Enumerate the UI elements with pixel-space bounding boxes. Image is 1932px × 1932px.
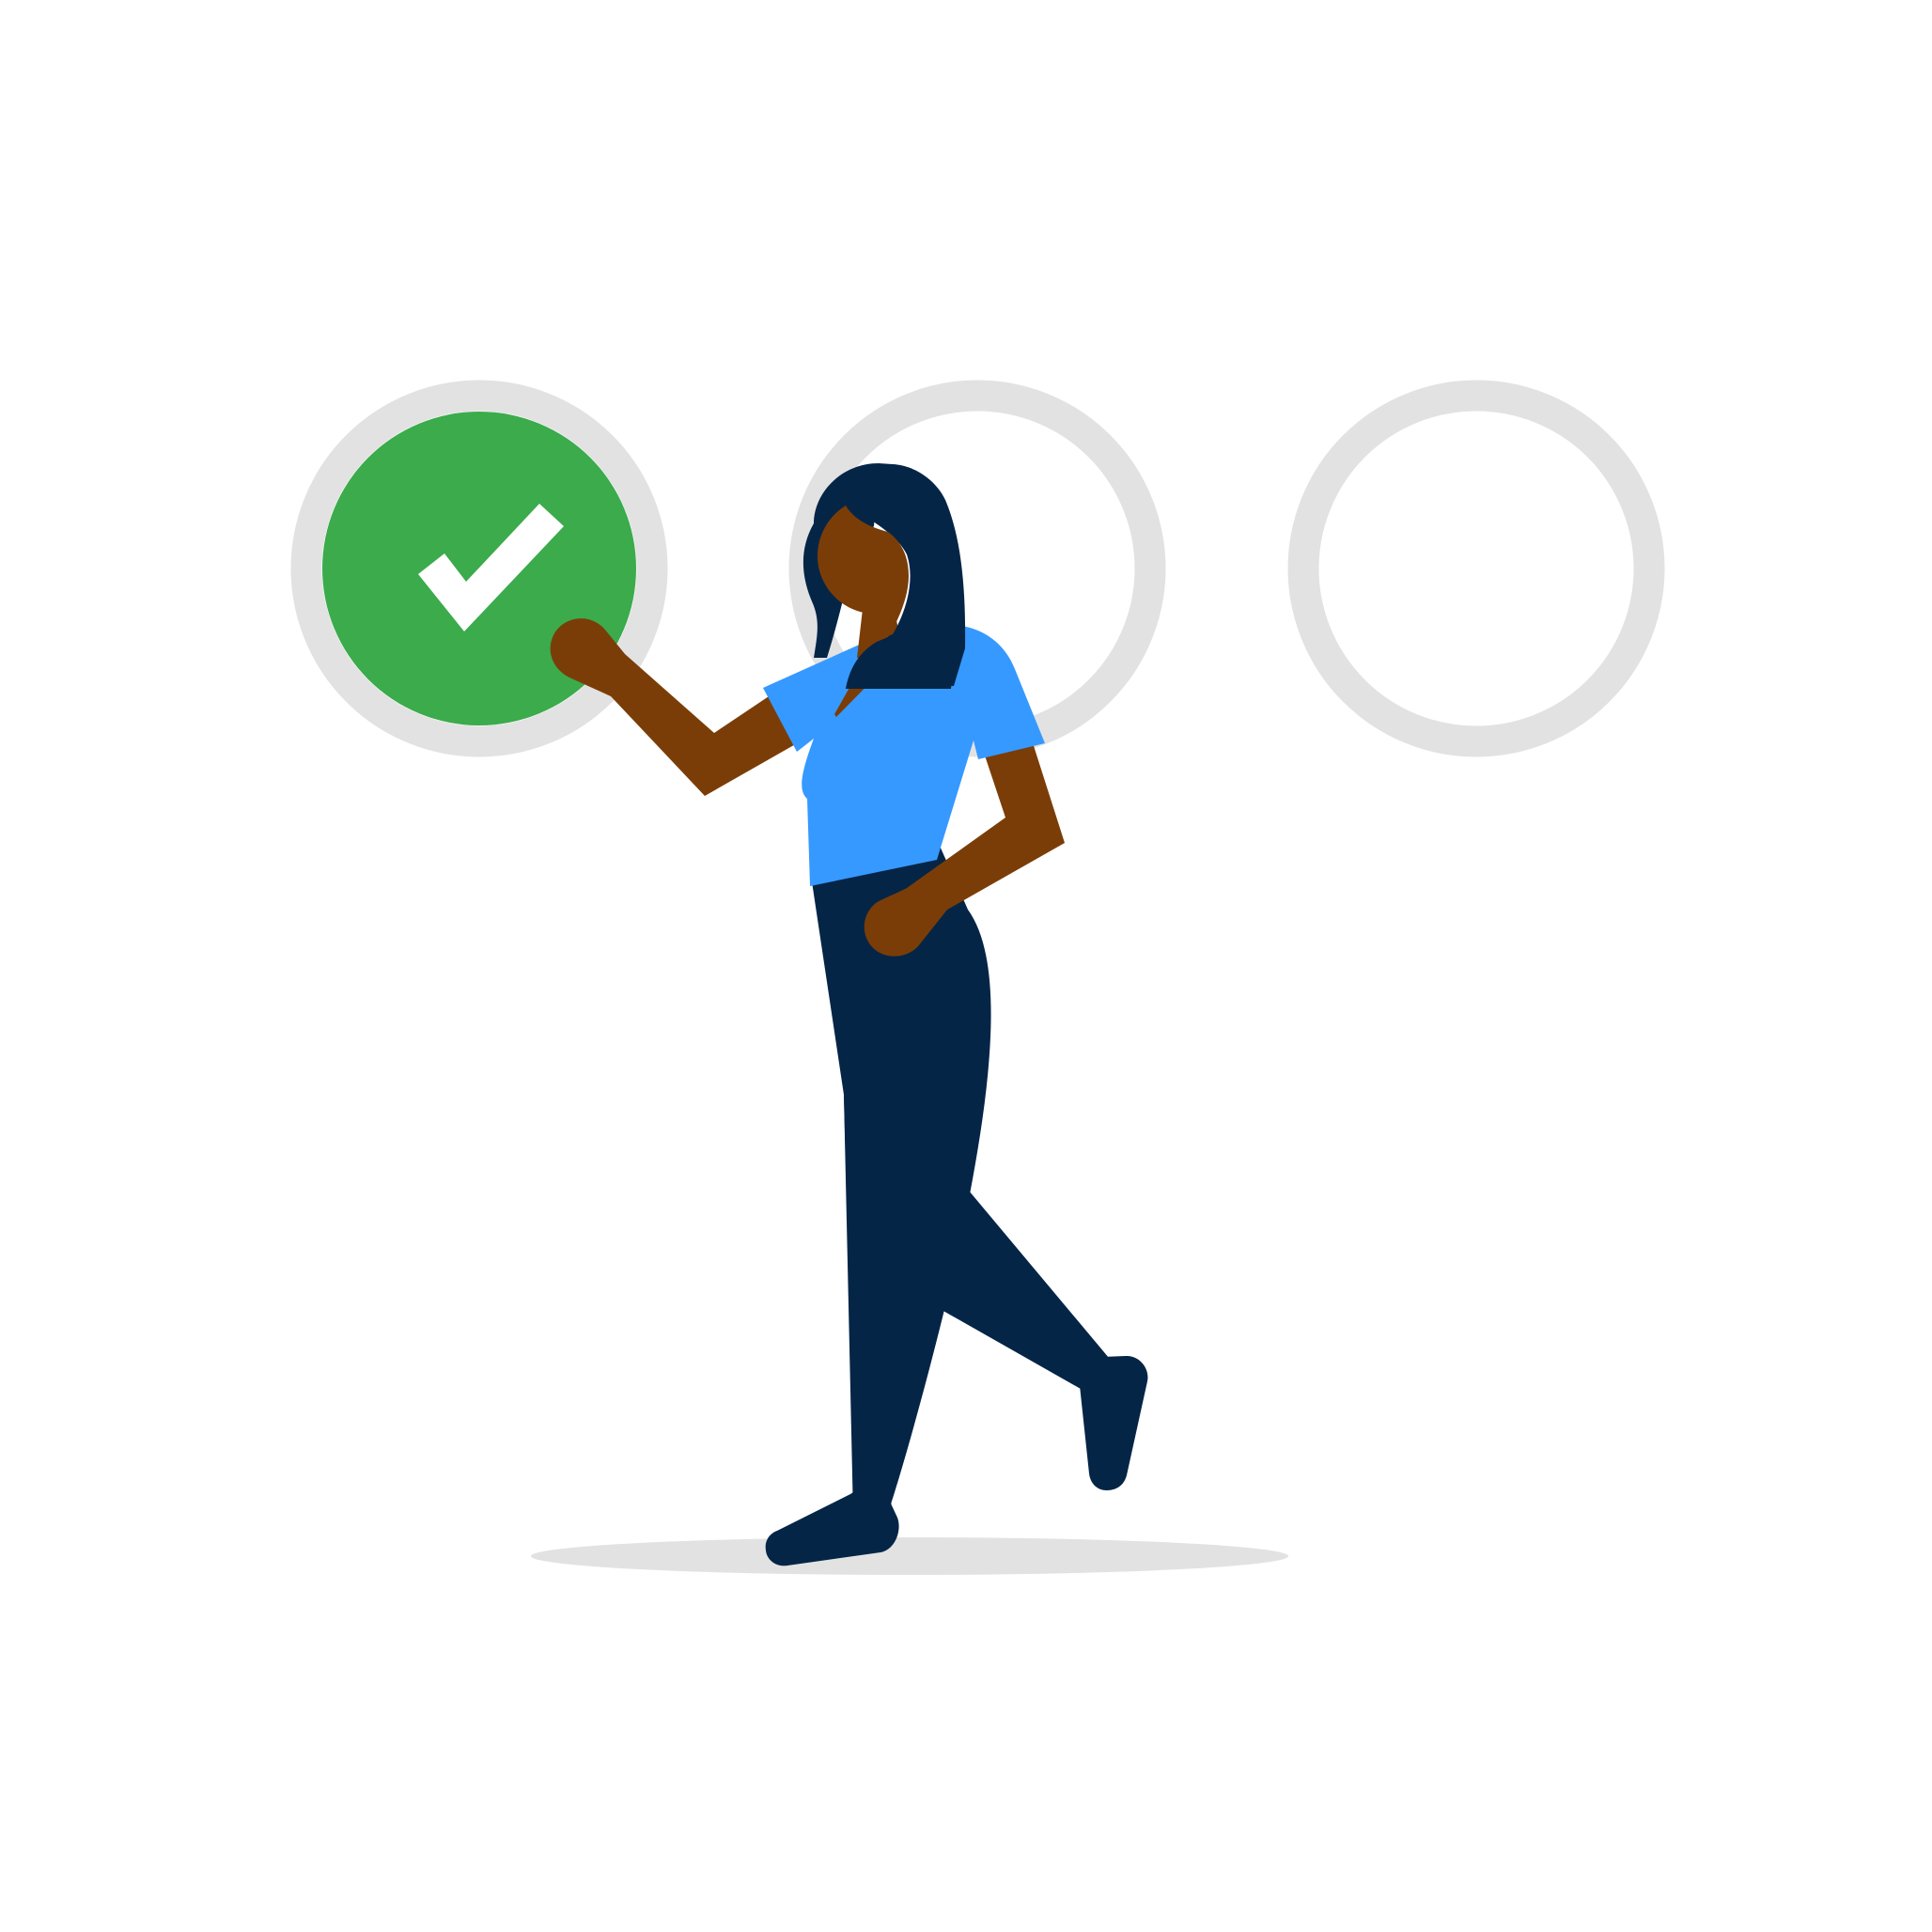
back-shoe	[1079, 1355, 1148, 1490]
step-ring	[1287, 380, 1665, 757]
illustration-canvas	[0, 0, 1932, 1932]
progress-steps-illustration	[290, 380, 1665, 1575]
ground-shadow	[531, 1537, 1288, 1575]
step-3-incomplete	[1287, 380, 1665, 757]
